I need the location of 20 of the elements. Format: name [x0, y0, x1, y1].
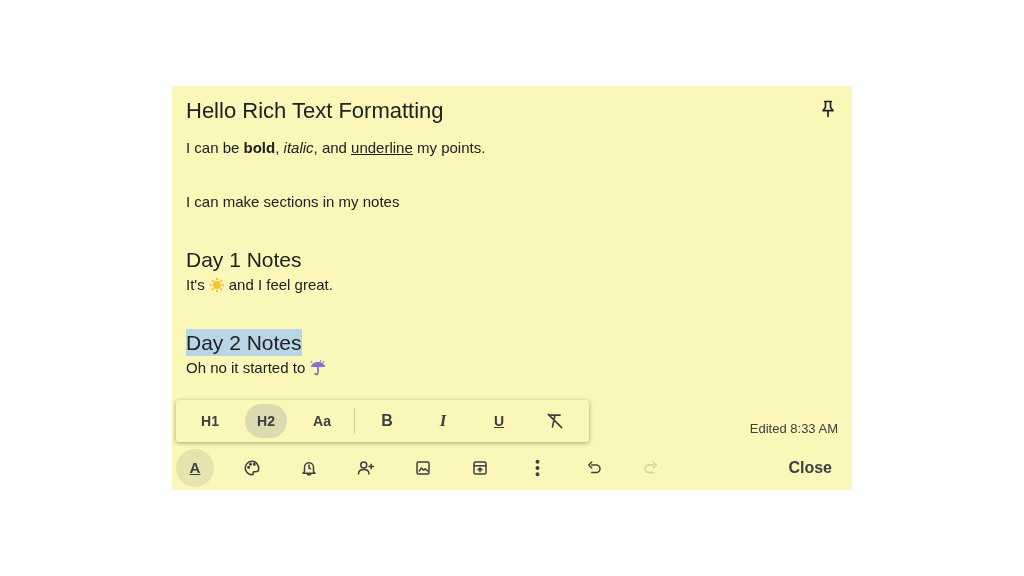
note-text: I can make sections in my notes: [186, 192, 400, 212]
clear-format-icon: [545, 411, 565, 431]
sun-icon: [208, 277, 225, 293]
note-title: Hello Rich Text Formatting: [186, 97, 444, 125]
section-heading: Day 2 Notes: [186, 329, 302, 356]
format-button[interactable]: Aa: [301, 404, 343, 438]
close-button[interactable]: Close: [772, 450, 848, 486]
note-text: It's: [186, 275, 205, 295]
note-text: and I feel great.: [228, 275, 333, 295]
format-button[interactable]: H1: [189, 404, 231, 438]
format-button[interactable]: B: [366, 404, 408, 438]
note-text: Oh no it started to: [186, 358, 306, 378]
note-text: I can be bold, italic, and underline my points.: [186, 138, 486, 158]
format-button[interactable]: H2: [245, 404, 287, 438]
umbrella-rain-icon: [309, 360, 328, 376]
format-button[interactable]: I: [422, 404, 464, 438]
section-heading: Day 1 Notes: [186, 247, 302, 273]
format-button[interactable]: U: [478, 404, 520, 438]
edited-time: Edited 8:33 AM: [749, 419, 838, 438]
text-format-button[interactable]: A: [176, 449, 214, 487]
